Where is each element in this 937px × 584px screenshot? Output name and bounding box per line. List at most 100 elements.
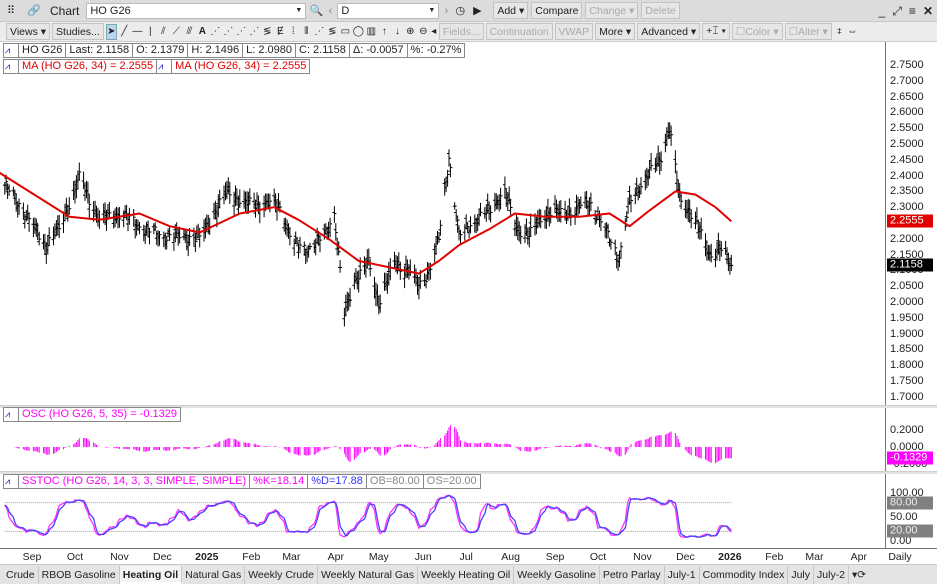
price-tick-label: 2.0500: [890, 280, 924, 293]
fibonacci-fan-icon[interactable]: ⋰: [210, 24, 221, 40]
trendline-tool-icon[interactable]: ╱: [119, 24, 130, 40]
symbol-input[interactable]: HO G26 ▼: [86, 2, 307, 19]
close-icon[interactable]: ✕: [923, 4, 933, 18]
month-label: Aug: [501, 551, 520, 563]
month-label: Oct: [589, 551, 607, 563]
stochastic-chart[interactable]: [0, 474, 885, 548]
ray-tool-icon[interactable]: ⟋: [171, 24, 182, 40]
continuation-button[interactable]: Continuation: [485, 23, 553, 40]
oscillator-chart[interactable]: [0, 408, 885, 472]
chart-toolbar: Views ▾ Studies... ➤ ╱ — | ⫽ ⟋ ⫻ A ⋰ ⋰ ⋰…: [0, 22, 937, 42]
tab-july-1[interactable]: July-1: [665, 565, 700, 584]
price-bar: [332, 206, 337, 223]
tab-heating-oil[interactable]: Heating Oil: [119, 565, 183, 584]
color-button[interactable]: ☐ Color ▾: [731, 23, 783, 40]
compare-button[interactable]: Compare: [531, 2, 583, 19]
text-tool-icon[interactable]: A: [197, 24, 208, 40]
zoom-out-icon[interactable]: ⊖: [418, 24, 429, 40]
month-label: Mar: [805, 551, 824, 563]
maximize-icon[interactable]: ⤢: [892, 4, 902, 19]
stoch-axis[interactable]: 100.00 50.00 0.00 80.00 20.00: [885, 474, 933, 548]
tab-weekly-gasoline[interactable]: Weekly Gasoline: [514, 565, 600, 584]
price-tick-label: 1.8500: [890, 343, 924, 356]
tab-weekly-natural-gas[interactable]: Weekly Natural Gas: [318, 565, 419, 584]
advanced-button[interactable]: Advanced ▾: [637, 23, 701, 40]
fibonacci-extension-icon[interactable]: Ɇ: [275, 24, 286, 40]
prev-interval-icon[interactable]: ‹: [326, 3, 334, 19]
vwap-button[interactable]: VWAP: [554, 23, 594, 40]
pointer-tool-icon[interactable]: ➤: [105, 23, 117, 40]
price-chart[interactable]: [0, 42, 885, 406]
horizontal-line-tool-icon[interactable]: —: [132, 24, 143, 40]
zoom-in-icon[interactable]: ⊕: [405, 24, 416, 40]
menu-icon[interactable]: ≡: [909, 4, 916, 18]
price-bar: [338, 260, 343, 273]
price-tick-label: 2.5000: [890, 138, 924, 150]
chart-title-bar: ⠿ 🔗 Chart HO G26 ▼ 🔍 ‹ D ▼ › ◷ ▶ Add ▾ Com…: [0, 0, 937, 22]
views-button[interactable]: Views ▾: [6, 23, 51, 40]
tab-july-2[interactable]: July-2: [814, 565, 850, 584]
tab-crude[interactable]: Crude: [3, 565, 39, 584]
month-label: 2026: [718, 551, 742, 563]
minimize-icon[interactable]: _: [879, 4, 886, 18]
channel-tool-icon[interactable]: ⫻: [184, 24, 195, 40]
interval-input[interactable]: D ▼: [337, 2, 440, 19]
andrews-pitchfork-icon[interactable]: ⋰: [314, 24, 325, 40]
period-label: Daily: [888, 551, 912, 563]
play-icon[interactable]: ▶: [470, 3, 484, 19]
crosshair-button[interactable]: +⌶ ▾: [702, 23, 730, 40]
alter-label: Alter: [798, 25, 820, 38]
arrow-up-icon[interactable]: ↑: [379, 24, 390, 40]
rectangle-tool-icon[interactable]: ▭: [340, 24, 351, 40]
search-icon[interactable]: 🔍: [309, 3, 323, 19]
month-label: Oct: [66, 551, 84, 563]
gann-fan-icon[interactable]: ⋰: [223, 24, 234, 40]
regression-icon[interactable]: ≶: [327, 24, 338, 40]
ob-tag: 80.00: [887, 496, 933, 510]
fibonacci-arc-icon[interactable]: ⋰: [249, 24, 260, 40]
osc-axis[interactable]: 0.20000.0000-0.2000-0.1329: [885, 408, 933, 472]
clock-icon[interactable]: ◷: [453, 3, 467, 19]
split-icon[interactable]: ⧧: [834, 24, 845, 40]
tab-natural-gas[interactable]: Natural Gas: [182, 565, 246, 584]
tab-petro-parlay[interactable]: Petro Parlay: [600, 565, 665, 584]
link-icon[interactable]: 🔗: [21, 3, 47, 19]
dropdown-icon[interactable]: ▼: [428, 7, 435, 14]
tab-rbob-gasoline[interactable]: RBOB Gasoline: [39, 565, 120, 584]
price-tick-label: 2.7500: [890, 59, 924, 71]
fibonacci-retracement-icon[interactable]: ≶: [262, 24, 273, 40]
fibonacci-time-icon[interactable]: ⁞: [288, 24, 299, 40]
vertical-line-tool-icon[interactable]: |: [145, 24, 156, 40]
price-bar: [452, 202, 457, 210]
more-label: More: [599, 25, 624, 38]
expand-icon[interactable]: ⇔: [847, 24, 858, 40]
add-button[interactable]: Add ▾: [493, 2, 529, 19]
tab-commodity-index[interactable]: Commodity Index: [700, 565, 789, 584]
tab-weekly-crude[interactable]: Weekly Crude: [245, 565, 318, 584]
interval-value: D: [341, 4, 350, 17]
price-bar: [673, 150, 678, 174]
grip-icon[interactable]: ⠿: [4, 3, 18, 19]
speed-lines-icon[interactable]: ⋰: [236, 24, 247, 40]
tab-july[interactable]: July: [788, 565, 815, 584]
dropdown-icon[interactable]: ▼: [295, 7, 302, 14]
fields-button[interactable]: Fields...: [438, 23, 484, 40]
next-interval-icon[interactable]: ›: [442, 3, 450, 19]
scroll-left-icon[interactable]: ◂: [431, 24, 437, 40]
last-price-tag: 2.1158: [887, 258, 933, 272]
delete-button[interactable]: Delete: [641, 2, 680, 19]
time-axis[interactable]: Daily Sep Oct Nov Dec 2025 Feb Mar Apr May Jun Jul…: [0, 548, 937, 564]
price-tick-label: 1.7000: [890, 390, 924, 403]
more-button[interactable]: More ▾: [595, 23, 636, 40]
studies-button[interactable]: Studies...: [52, 23, 104, 40]
bars-icon[interactable]: ▥: [366, 24, 377, 40]
tab-weekly-heating-oil[interactable]: Weekly Heating Oil: [418, 565, 515, 584]
parallel-lines-tool-icon[interactable]: ⫽: [158, 24, 169, 40]
cycle-lines-icon[interactable]: ⦀: [301, 24, 312, 40]
arrow-down-icon[interactable]: ↓: [392, 24, 403, 40]
ellipse-tool-icon[interactable]: ◯: [353, 24, 364, 40]
alter-button[interactable]: ☐ Alter ▾: [784, 23, 832, 40]
change-button[interactable]: Change ▾: [585, 2, 639, 19]
tab-menu-icon[interactable]: ▾⟳: [849, 566, 869, 584]
price-axis[interactable]: 2.7500 2.7000 2.6500 2.6000 2.5500 2.5000 2.45…: [885, 42, 933, 406]
